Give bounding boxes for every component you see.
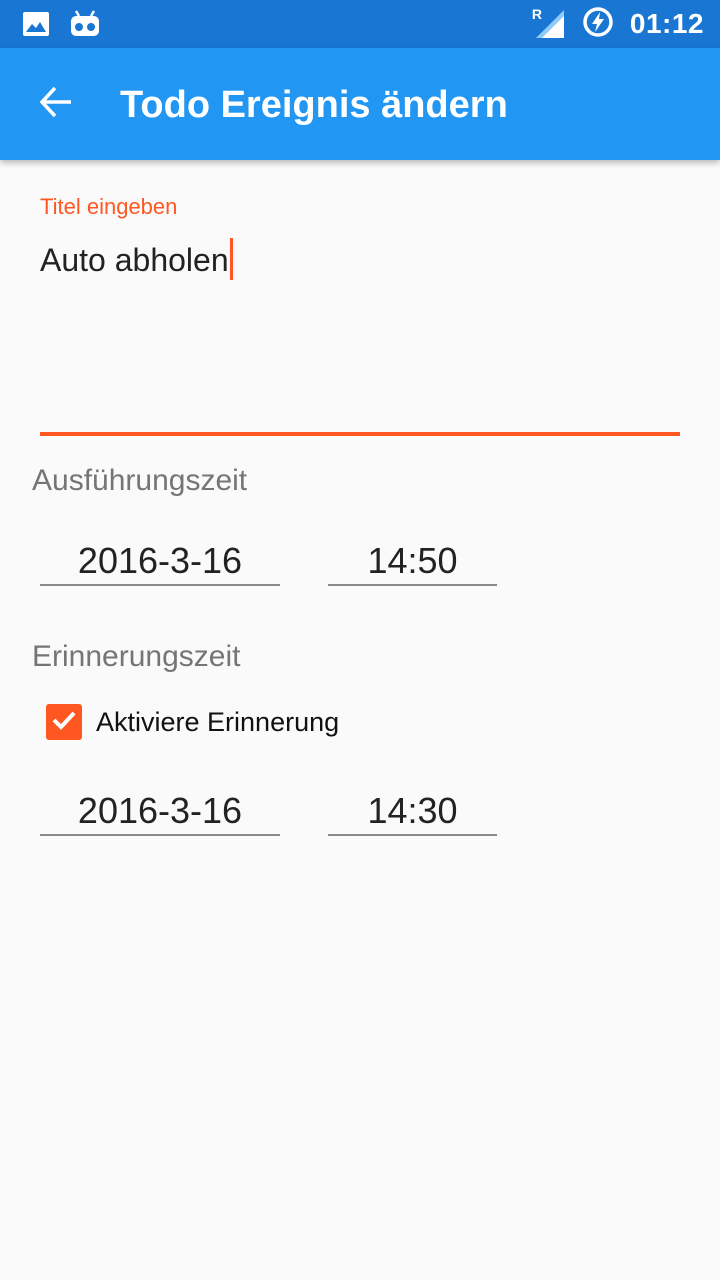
execution-date-picker[interactable]: 2016-3-16: [40, 536, 280, 586]
status-bar-system: R 01:12: [532, 6, 704, 42]
title-input-underline: [40, 432, 680, 436]
reminder-checkbox[interactable]: [46, 704, 82, 740]
status-clock: 01:12: [629, 8, 704, 39]
page-title: Todo Ereignis ändern: [120, 84, 508, 126]
title-input-field[interactable]: Titel eingeben Auto abholen: [40, 194, 680, 438]
title-input-label: Titel eingeben: [40, 194, 178, 219]
battery-charging-icon: [582, 6, 614, 43]
reminder-date-picker[interactable]: 2016-3-16: [40, 786, 280, 836]
reminder-time-label: Erinnerungszeit: [32, 640, 241, 673]
execution-time-label: Ausführungszeit: [32, 464, 248, 497]
android-debug-icon: [70, 10, 100, 43]
title-input-value: Auto abholen: [40, 242, 229, 278]
reminder-checkbox-row[interactable]: Aktiviere Erinnerung: [46, 704, 339, 740]
app-bar: Todo Ereignis ändern: [0, 48, 720, 160]
arrow-back-icon: [38, 84, 74, 125]
status-bar-notifications: [22, 10, 100, 43]
checkmark-icon: [49, 705, 79, 740]
back-button[interactable]: [24, 72, 88, 136]
signal-icon: R: [532, 6, 566, 40]
title-input[interactable]: Auto abholen: [40, 238, 233, 280]
reminder-checkbox-label: Aktiviere Erinnerung: [96, 706, 340, 737]
execution-time-picker[interactable]: 14:50: [328, 536, 497, 586]
image-icon: [22, 10, 50, 43]
status-bar: R 01:12: [0, 0, 720, 48]
text-cursor: [229, 238, 233, 280]
reminder-time-picker[interactable]: 14:30: [328, 786, 497, 836]
